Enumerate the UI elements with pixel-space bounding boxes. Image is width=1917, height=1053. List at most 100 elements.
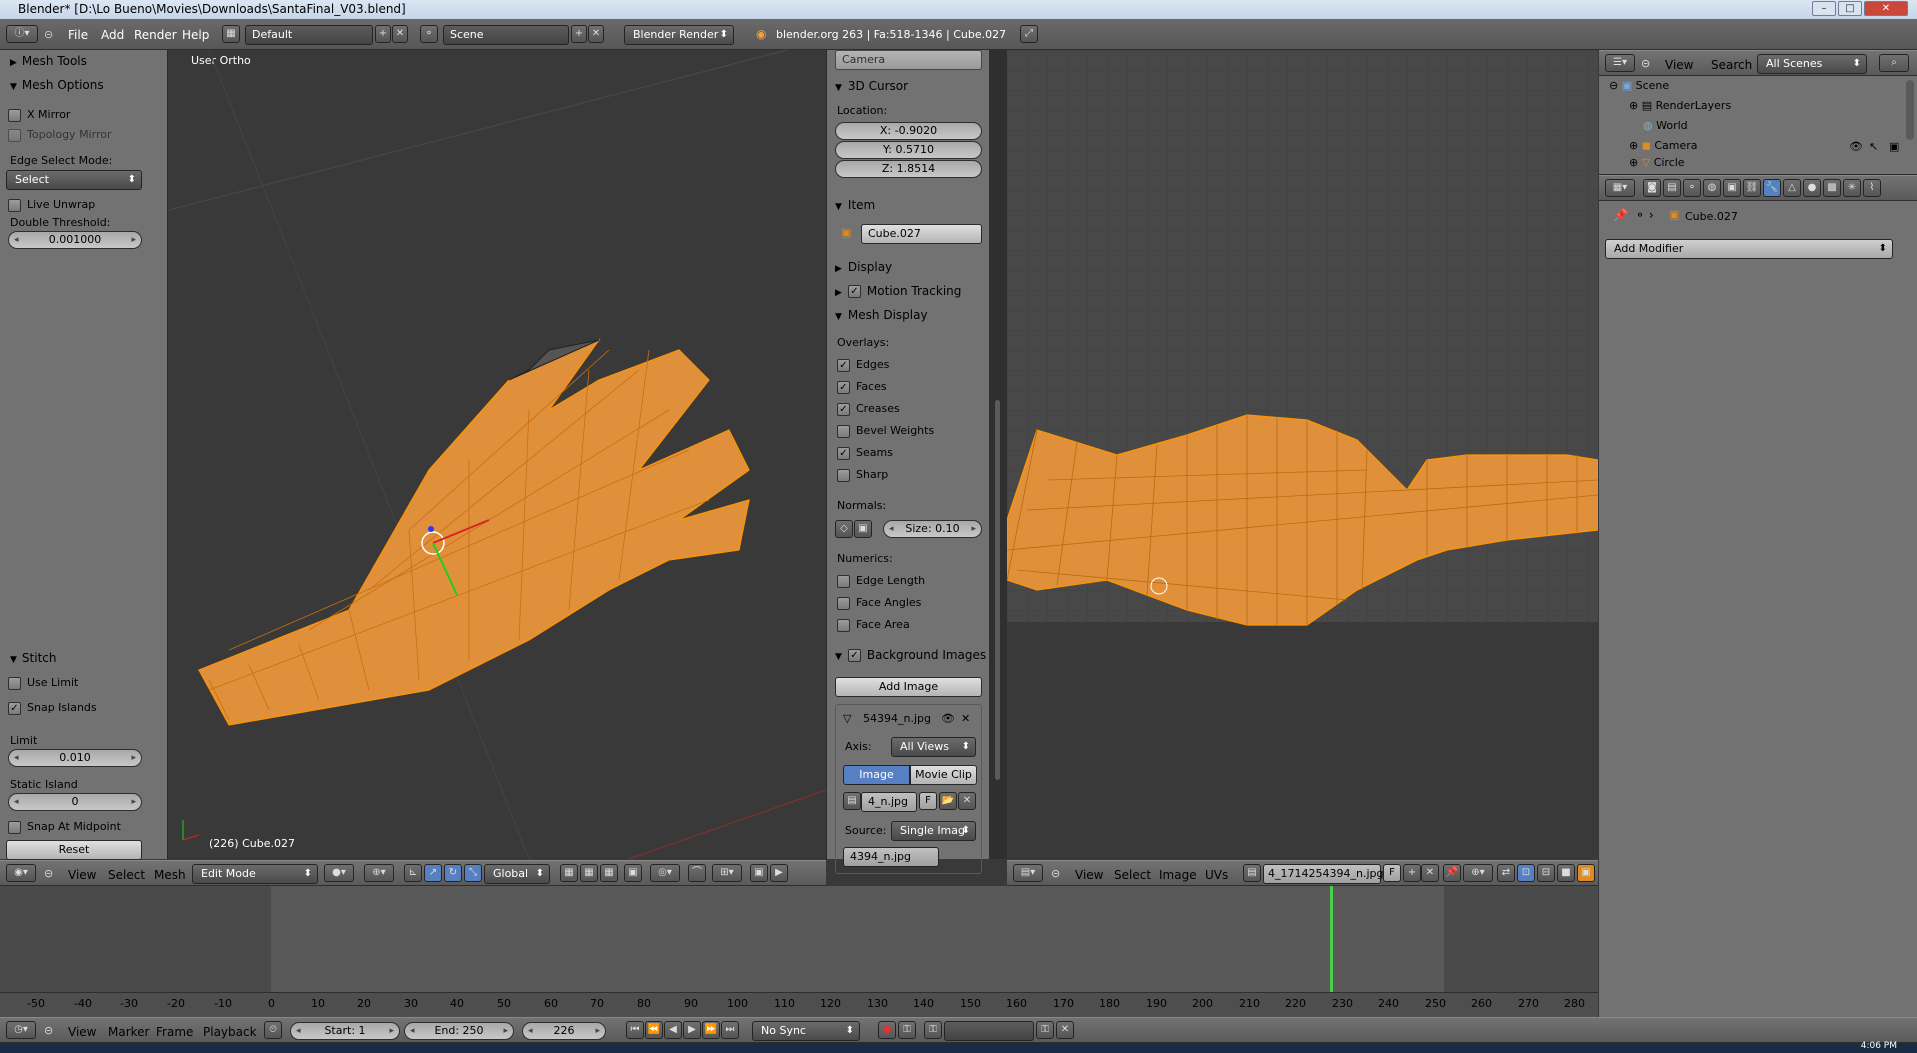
screen-fullscreen-icon[interactable]: ⤢ [1020,25,1038,43]
editor-type-icon[interactable]: ☰▾ [1605,54,1635,72]
x-mirror-checkbox[interactable]: X Mirror [8,104,70,126]
panel-stitch[interactable]: ▼ Stitch [0,647,168,669]
visibility-eye-icon[interactable]: 👁 [1849,140,1863,153]
menu-mesh[interactable]: Mesh [154,868,186,882]
sharp-checkbox[interactable]: Sharp [837,464,888,486]
outliner-menu-search[interactable]: Search [1711,58,1752,72]
sync-mode-select[interactable]: No Sync [752,1021,860,1041]
pivot-point-icon[interactable]: ⊕▾ [364,864,394,882]
menu-add[interactable]: Add [101,28,124,42]
uv-menu-uvs[interactable]: UVs [1205,868,1228,882]
search-icon[interactable]: ⌕ [1879,54,1909,72]
reset-button[interactable]: Reset [6,840,142,860]
outliner-menu-view[interactable]: View [1665,58,1693,72]
cursor-y-field[interactable]: Y: 0.5710 [835,141,982,159]
snap-element-icon[interactable]: ⊞▾ [712,864,742,882]
expand-icon[interactable]: ⊕ [1629,99,1642,112]
pin-icon[interactable]: 📌 [1613,208,1628,222]
collapse-triangle-icon[interactable]: ▽ [843,712,851,725]
image-browse-icon[interactable]: ▤ [1243,864,1261,882]
viewport-shading-icon[interactable]: ●▾ [324,864,354,882]
remove-scene-icon[interactable]: ✕ [588,25,604,43]
remove-layout-icon[interactable]: ✕ [392,25,408,43]
layout-field[interactable]: Default [245,25,373,45]
add-layout-icon[interactable]: + [375,25,391,43]
layer-icon[interactable]: ▦ [560,864,578,882]
proportional-edit-icon[interactable]: ◎▾ [650,864,680,882]
outliner-item-circle[interactable]: ⊕ ▽ Circle [1629,156,1685,168]
creases-checkbox[interactable]: ✓ Creases [837,398,900,420]
insert-keyframe-icon[interactable]: ⚿ [1036,1021,1054,1039]
hand-mesh-3d[interactable] [169,50,826,859]
face-angles-checkbox[interactable]: Face Angles [837,592,921,614]
menu-render[interactable]: Render [134,28,177,42]
timeline[interactable]: -50 -40 -30 -20 -10 0 10 20 30 40 50 60 … [0,886,1598,1018]
use-limit-checkbox[interactable]: Use Limit [8,672,78,694]
add-image-button[interactable]: Add Image [835,677,982,697]
scene-icon[interactable]: ⚬ [420,25,438,43]
scene-field[interactable]: Scene [443,25,569,45]
end-frame-field[interactable]: End: 250 [404,1022,514,1040]
mode-select[interactable]: Edit Mode [192,864,318,884]
data-tab-icon[interactable]: △ [1783,179,1801,197]
expand-icon[interactable]: ⊖ [1609,79,1622,92]
collapse-icon[interactable]: ⊝ [44,28,53,41]
vertex-normals-icon[interactable]: ◇ [835,520,853,538]
menu-select[interactable]: Select [108,868,145,882]
expand-icon[interactable]: ⊕ [1629,139,1642,152]
faces-checkbox[interactable]: ✓ Faces [837,376,887,398]
outliner-item-camera[interactable]: ⊕ ◼ Camera [1629,136,1698,156]
edge-length-checkbox[interactable]: Edge Length [837,570,925,592]
static-island-field[interactable]: 0 [8,793,142,811]
display-mode-select[interactable]: All Scenes [1757,54,1867,74]
texture-tab-icon[interactable]: ▩ [1823,179,1841,197]
face-area-checkbox[interactable]: Face Area [837,614,910,636]
edges-checkbox[interactable]: ✓ Edges [837,354,889,376]
keying-set-icon[interactable]: ⚿ [924,1021,942,1039]
expand-icon[interactable]: ⊕ [1629,156,1642,168]
image-tab[interactable]: Image [843,765,910,785]
limit-field[interactable]: 0.010 [8,749,142,767]
translate-icon[interactable]: ↗ [424,864,442,882]
snap-midpoint-checkbox[interactable]: Snap At Midpoint [8,816,121,838]
panel-background-images[interactable]: ▼ ✓ Background Images [827,644,990,666]
cursor-z-field[interactable]: Z: 1.8514 [835,160,982,178]
editor-type-icon[interactable]: ▦▾ [1605,179,1635,197]
material-tab-icon[interactable]: ● [1803,179,1821,197]
scale-icon[interactable]: ⤡ [464,864,482,882]
collapse-icon[interactable]: ⊝ [44,867,53,880]
edge-select-icon[interactable]: ⊟ [1537,864,1555,882]
layout-icon[interactable]: ▦ [222,25,240,43]
panel-3d-cursor[interactable]: ▼ 3D Cursor [827,75,990,97]
current-frame-field[interactable]: 226 [522,1022,606,1040]
topology-mirror-checkbox[interactable]: Topology Mirror [8,124,111,146]
keying-set-field[interactable] [944,1021,1034,1041]
manipulator-icon[interactable]: ⊾ [404,864,422,882]
prev-keyframe-icon[interactable]: ⏪ [645,1021,663,1039]
outliner-item-renderlayers[interactable]: ⊕ ▤ RenderLayers [1629,96,1731,116]
region-scrollbar[interactable] [989,50,1007,859]
menu-file[interactable]: File [68,28,88,42]
bevel-weights-checkbox[interactable]: Bevel Weights [837,420,934,442]
render-engine-select[interactable]: Blender Render [624,25,734,45]
uv-image-editor[interactable] [1007,50,1598,859]
constraints-tab-icon[interactable]: ⛓ [1743,179,1761,197]
fake-user-button[interactable]: F [919,792,937,810]
close-window-button[interactable]: ✕ [1864,1,1908,16]
timeline-menu-playback[interactable]: Playback [203,1025,257,1039]
limit-selection-icon[interactable]: ▣ [624,864,642,882]
image-browse-icon[interactable]: ▤ [843,792,861,810]
seams-checkbox[interactable]: ✓ Seams [837,442,893,464]
uv-grid-and-mesh[interactable] [1007,50,1598,859]
timeline-menu-frame[interactable]: Frame [156,1025,193,1039]
render-camera-icon[interactable]: ▣ [1889,140,1899,153]
opengl-anim-icon[interactable]: ▶ [770,864,788,882]
layer-icon-2[interactable]: ▦ [580,864,598,882]
play-icon[interactable]: ▶ [683,1021,701,1039]
camera-field[interactable]: Camera [835,50,982,70]
jump-start-icon[interactable]: ⏮ [626,1021,644,1039]
panel-mesh-display[interactable]: ▼ Mesh Display [827,304,990,326]
item-name-field[interactable]: Cube.027 [861,224,982,244]
timeline-menu-marker[interactable]: Marker [108,1025,149,1039]
object-tab-icon[interactable]: ▣ [1723,179,1741,197]
